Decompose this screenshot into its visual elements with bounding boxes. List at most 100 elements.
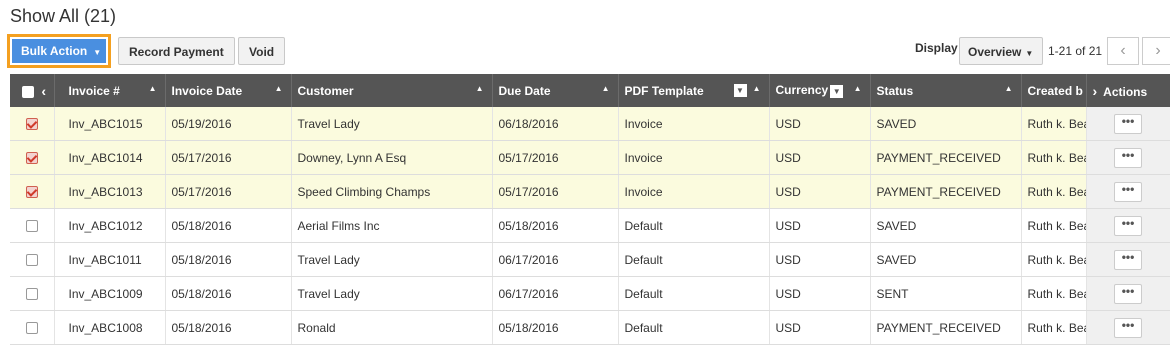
table-row[interactable]: Inv_ABC1008 05/18/2016 Ronald 05/18/2016 Def…	[10, 310, 1170, 345]
next-page-button[interactable]: ›	[1142, 37, 1170, 65]
filter-icon[interactable]: ▼	[732, 84, 747, 97]
cell-status: PAYMENT_RECEIVED	[870, 310, 1022, 345]
row-checkbox[interactable]	[25, 220, 38, 233]
cell-pdf-template: Invoice	[618, 107, 770, 141]
cell-invoice-date: 05/17/2016	[165, 174, 292, 209]
header-customer[interactable]: Customer ▲	[291, 74, 493, 107]
header-actions: › Actions	[1086, 74, 1170, 107]
chevron-down-icon: ▼	[1025, 49, 1034, 58]
row-actions-menu-button[interactable]: •••	[1114, 249, 1142, 270]
table-row[interactable]: Inv_ABC1013 05/17/2016 Speed Climbing Cham…	[10, 174, 1170, 209]
header-label: Due Date	[498, 83, 551, 98]
actions-cell: •••	[1086, 140, 1170, 175]
row-checkbox[interactable]	[25, 186, 38, 199]
select-all-header: ‹	[10, 74, 55, 107]
header-due-date[interactable]: Due Date ▲	[492, 74, 619, 107]
table-row[interactable]: Inv_ABC1015 05/19/2016 Travel Lady 06/18/20…	[10, 107, 1170, 141]
header-created-by[interactable]: Created b	[1021, 74, 1087, 107]
row-select-cell	[10, 174, 55, 209]
table-header-row: ‹ Invoice # ▲ Invoice Date ▲ Customer ▲ Due…	[10, 74, 1170, 107]
cell-invoice-date: 05/18/2016	[165, 208, 292, 243]
header-label: Status	[876, 83, 914, 98]
cell-due-date: 05/17/2016	[492, 174, 619, 209]
invoice-table: ‹ Invoice # ▲ Invoice Date ▲ Customer ▲ Due…	[10, 74, 1170, 345]
cell-invoice-date: 05/18/2016	[165, 242, 292, 277]
row-checkbox[interactable]	[25, 254, 38, 267]
cell-status: SAVED	[870, 107, 1022, 141]
cell-created-by: Ruth k. Bea	[1021, 242, 1087, 277]
actions-cell: •••	[1086, 310, 1170, 345]
cell-due-date: 05/18/2016	[492, 310, 619, 345]
actions-cell: •••	[1086, 242, 1170, 277]
cell-due-date: 05/17/2016	[492, 140, 619, 175]
row-actions-menu-button[interactable]: •••	[1114, 181, 1142, 202]
sort-icon: ▲	[475, 84, 484, 93]
header-currency[interactable]: Currency ▼ ▲	[769, 74, 871, 107]
cell-pdf-template: Invoice	[618, 140, 770, 175]
void-button[interactable]: Void	[238, 37, 286, 65]
toolbar: Bulk Action ▼ Record Payment Void Display…	[0, 34, 1170, 68]
sort-icon: ▲	[752, 84, 761, 93]
cell-status: PAYMENT_RECEIVED	[870, 174, 1022, 209]
table-row[interactable]: Inv_ABC1009 05/18/2016 Travel Lady 06/17/20…	[10, 276, 1170, 311]
cell-due-date: 05/18/2016	[492, 208, 619, 243]
cell-status: PAYMENT_RECEIVED	[870, 140, 1022, 175]
row-select-cell	[10, 208, 55, 243]
cell-invoice-date: 05/17/2016	[165, 140, 292, 175]
chevron-down-icon: ▼	[93, 48, 102, 57]
cell-pdf-template: Default	[618, 310, 770, 345]
sort-icon: ▲	[853, 84, 862, 93]
select-all-checkbox[interactable]	[22, 86, 34, 99]
sort-icon: ▲	[148, 84, 157, 93]
cell-status: SAVED	[870, 208, 1022, 243]
sort-icon: ▲	[274, 84, 283, 93]
prev-page-button[interactable]: ‹	[1107, 37, 1139, 65]
row-actions-menu-button[interactable]: •••	[1114, 113, 1142, 134]
row-checkbox[interactable]	[25, 288, 38, 301]
chevron-left-icon[interactable]: ‹	[41, 83, 46, 99]
row-checkbox[interactable]	[25, 152, 38, 165]
chevron-right-icon[interactable]: ›	[1093, 83, 1098, 99]
chevron-right-icon: ›	[1155, 42, 1161, 59]
filter-icon[interactable]: ▼	[830, 84, 844, 98]
header-label: Actions	[1103, 84, 1148, 99]
header-pdf-template[interactable]: PDF Template ▼ ▲	[618, 74, 770, 107]
cell-due-date: 06/17/2016	[492, 276, 619, 311]
row-actions-menu-button[interactable]: •••	[1114, 317, 1142, 338]
chevron-left-icon: ‹	[1120, 42, 1126, 59]
cell-due-date: 06/17/2016	[492, 242, 619, 277]
cell-customer: Aerial Films Inc	[291, 208, 493, 243]
header-invoice-no[interactable]: Invoice # ▲	[54, 74, 166, 107]
row-select-cell	[10, 276, 55, 311]
table-row[interactable]: Inv_ABC1011 05/18/2016 Travel Lady 06/17/20…	[10, 242, 1170, 277]
row-checkbox[interactable]	[25, 118, 38, 131]
display-dropdown[interactable]: Overview ▼	[959, 37, 1043, 65]
cell-pdf-template: Default	[618, 208, 770, 243]
row-checkbox[interactable]	[25, 322, 38, 335]
header-invoice-date[interactable]: Invoice Date ▲	[165, 74, 292, 107]
cell-invoice-no: Inv_ABC1008	[54, 310, 166, 345]
cell-invoice-date: 05/18/2016	[165, 276, 292, 311]
sort-icon: ▲	[601, 84, 610, 93]
bulk-action-label: Bulk Action	[21, 44, 88, 58]
cell-customer: Travel Lady	[291, 242, 493, 277]
row-actions-menu-button[interactable]: •••	[1114, 215, 1142, 236]
header-label: Created b	[1027, 83, 1083, 98]
table-row[interactable]: Inv_ABC1012 05/18/2016 Aerial Films Inc 05/…	[10, 208, 1170, 243]
cell-created-by: Ruth k. Bea	[1021, 140, 1087, 175]
cell-due-date: 06/18/2016	[492, 107, 619, 141]
header-status[interactable]: Status ▲	[870, 74, 1022, 107]
cell-currency: USD	[769, 310, 871, 345]
cell-currency: USD	[769, 140, 871, 175]
actions-cell: •••	[1086, 174, 1170, 209]
row-actions-menu-button[interactable]: •••	[1114, 283, 1142, 304]
sort-icon: ▲	[1004, 84, 1013, 93]
row-actions-menu-button[interactable]: •••	[1114, 147, 1142, 168]
cell-customer: Speed Climbing Champs	[291, 174, 493, 209]
cell-pdf-template: Default	[618, 242, 770, 277]
table-row[interactable]: Inv_ABC1014 05/17/2016 Downey, Lynn A Esq 0…	[10, 140, 1170, 175]
cell-invoice-no: Inv_ABC1011	[54, 242, 166, 277]
cell-currency: USD	[769, 276, 871, 311]
record-payment-button[interactable]: Record Payment	[118, 37, 235, 65]
bulk-action-button[interactable]: Bulk Action ▼	[12, 39, 106, 63]
